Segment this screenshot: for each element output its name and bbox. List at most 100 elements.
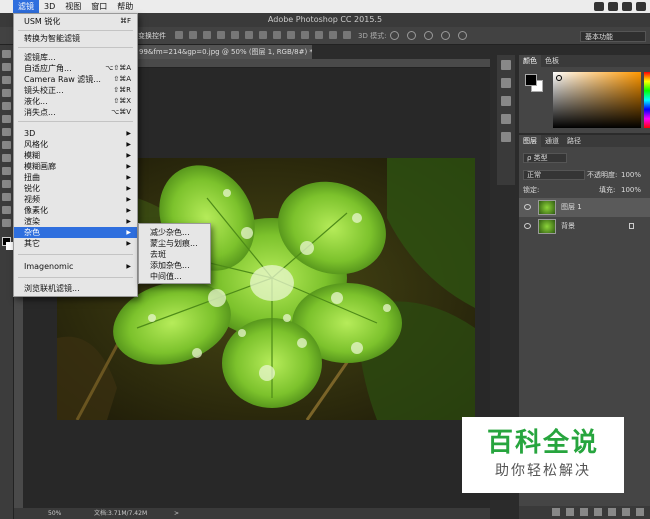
distribute-icon-6[interactable] (329, 31, 337, 39)
menu-item-camera-raw[interactable]: Camera Raw 滤镜... ⇧⌘A (14, 74, 137, 85)
menu-item-filter-gallery[interactable]: 滤镜库... (14, 52, 137, 63)
brush-tool-icon[interactable] (2, 141, 11, 149)
trash-icon[interactable] (636, 508, 644, 516)
menu-filter[interactable]: 滤镜 (13, 0, 39, 13)
eraser-tool-icon[interactable] (2, 180, 11, 188)
3d-panel-icon[interactable] (501, 132, 511, 142)
blend-mode-select[interactable]: 正常 (523, 170, 585, 180)
align-middle-icon[interactable] (189, 31, 197, 39)
folder-icon[interactable] (608, 508, 616, 516)
menu-item-3d[interactable]: 3D ▶ (14, 128, 137, 139)
menu-3d[interactable]: 3D (39, 0, 60, 13)
menu-window[interactable]: 窗口 (86, 0, 112, 13)
eye-icon[interactable] (524, 204, 531, 210)
menu-item-video[interactable]: 视频 ▶ (14, 194, 137, 205)
hand-tool-icon[interactable] (2, 219, 11, 227)
marquee-tool-icon[interactable] (2, 63, 11, 71)
menu-item-add-noise[interactable]: 添加杂色... (139, 260, 210, 271)
menu-item-other[interactable]: 其它 ▶ (14, 238, 137, 249)
opacity-value[interactable]: 100% (621, 168, 641, 182)
menu-item-lens-correction[interactable]: 镜头校正... ⇧⌘R (14, 85, 137, 96)
workspace-select[interactable]: 基本功能 (580, 31, 646, 42)
menu-item-render[interactable]: 渲染 ▶ (14, 216, 137, 227)
distribute-icon-4[interactable] (301, 31, 309, 39)
menu-item-imagenomic[interactable]: Imagenomic ▶ (14, 261, 137, 272)
pen-tool-icon[interactable] (2, 206, 11, 214)
adjustment-icon[interactable] (594, 508, 602, 516)
menu-item-median[interactable]: 中间值... (139, 271, 210, 282)
align-bottom-icon[interactable] (203, 31, 211, 39)
menu-item-pixelate[interactable]: 像素化 ▶ (14, 205, 137, 216)
eyedropper-tool-icon[interactable] (2, 115, 11, 123)
menu-item-convert-smart-filters[interactable]: 转换为智能滤镜 (14, 33, 137, 44)
qq-icon[interactable] (594, 2, 604, 11)
align-left-icon[interactable] (217, 31, 225, 39)
history-brush-tool-icon[interactable] (2, 167, 11, 175)
menu-item-vanishing-point[interactable]: 消失点... ⌥⌘V (14, 107, 137, 118)
healing-tool-icon[interactable] (2, 128, 11, 136)
3d-slide-icon[interactable] (441, 31, 450, 40)
align-top-icon[interactable] (175, 31, 183, 39)
distribute-icon-5[interactable] (315, 31, 323, 39)
tab-color[interactable]: 颜色 (519, 55, 541, 67)
menu-item-blur[interactable]: 模糊 ▶ (14, 150, 137, 161)
3d-scale-icon[interactable] (458, 31, 467, 40)
history-panel-icon[interactable] (501, 60, 511, 70)
link-layers-icon[interactable] (552, 508, 560, 516)
menu-status-icon-3[interactable] (636, 2, 646, 11)
new-layer-icon[interactable] (622, 508, 630, 516)
eye-icon[interactable] (524, 223, 531, 229)
properties-panel-icon[interactable] (501, 78, 511, 88)
color-panel-foreground-swatch[interactable] (525, 74, 537, 86)
color-field[interactable] (553, 72, 641, 128)
menu-help[interactable]: 帮助 (112, 0, 138, 13)
crop-tool-icon[interactable] (2, 102, 11, 110)
auto-align-icon[interactable] (343, 31, 351, 39)
menu-item-stylize[interactable]: 风格化 ▶ (14, 139, 137, 150)
show-transform-controls-label[interactable]: 变换控件 (138, 31, 166, 41)
menu-view[interactable]: 视图 (60, 0, 86, 13)
paragraph-panel-icon[interactable] (501, 114, 511, 124)
menu-status-icon[interactable] (608, 2, 618, 11)
tab-swatches[interactable]: 色板 (541, 55, 563, 67)
tab-paths[interactable]: 路径 (563, 135, 585, 147)
menu-item-despeckle[interactable]: 去斑 (139, 249, 210, 260)
quick-select-tool-icon[interactable] (2, 89, 11, 97)
menu-item-dust-scratches[interactable]: 蒙尘与划痕... (139, 238, 210, 249)
fx-icon[interactable] (566, 508, 574, 516)
menu-item-noise[interactable]: 杂色 ▶ (14, 227, 137, 238)
mask-icon[interactable] (580, 508, 588, 516)
menu-item-browse-filters-online[interactable]: 浏览联机滤镜... (14, 283, 137, 294)
gradient-tool-icon[interactable] (2, 193, 11, 201)
layer-filter-kind[interactable]: ρ 类型 (523, 153, 567, 163)
align-right-icon[interactable] (245, 31, 253, 39)
status-menu-arrow[interactable]: > (174, 508, 179, 519)
layer-row-layer1[interactable]: 图层 1 (519, 198, 650, 217)
3d-roll-icon[interactable] (407, 31, 416, 40)
align-center-icon[interactable] (231, 31, 239, 39)
menu-item-reduce-noise[interactable]: 减少杂色... (139, 227, 210, 238)
distribute-icon[interactable] (259, 31, 267, 39)
tab-layers[interactable]: 图层 (519, 135, 541, 147)
distribute-icon-2[interactable] (273, 31, 281, 39)
fill-value[interactable]: 100% (621, 183, 641, 197)
document-tab[interactable]: 99&fm=214&gp=0.jpg @ 50% (图层 1, RGB/8#) … (137, 45, 312, 59)
zoom-level[interactable]: 50% (48, 508, 61, 519)
menu-item-usm-sharpen[interactable]: USM 锐化 ⌘F (14, 16, 137, 27)
lasso-tool-icon[interactable] (2, 76, 11, 84)
menu-item-liquify[interactable]: 液化... ⇧⌘X (14, 96, 137, 107)
layer-row-background[interactable]: 背景 (519, 217, 650, 236)
menu-item-distort[interactable]: 扭曲 ▶ (14, 172, 137, 183)
hue-slider[interactable] (644, 72, 650, 128)
3d-rotate-icon[interactable] (390, 31, 399, 40)
menu-status-icon-2[interactable] (622, 2, 632, 11)
menu-item-adaptive-wide-angle[interactable]: 自适应广角... ⌥⇧⌘A (14, 63, 137, 74)
menu-item-sharpen[interactable]: 锐化 ▶ (14, 183, 137, 194)
color-picker-cursor[interactable] (556, 75, 562, 81)
move-tool-icon[interactable] (2, 50, 11, 58)
character-panel-icon[interactable] (501, 96, 511, 106)
3d-drag-icon[interactable] (424, 31, 433, 40)
stamp-tool-icon[interactable] (2, 154, 11, 162)
tab-channels[interactable]: 通道 (541, 135, 563, 147)
distribute-icon-3[interactable] (287, 31, 295, 39)
